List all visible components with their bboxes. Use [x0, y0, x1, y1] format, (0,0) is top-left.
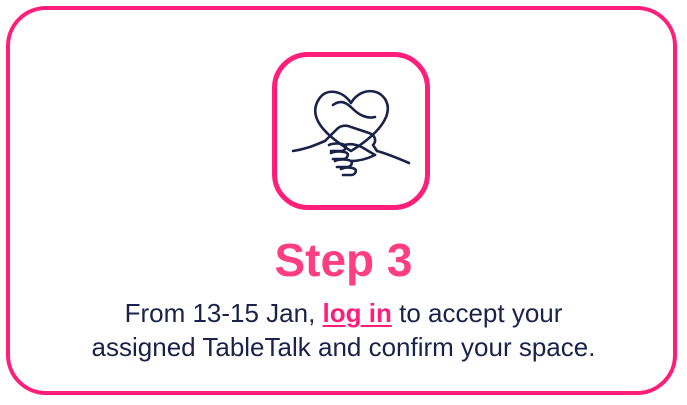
description-text-line2: assigned TableTalk and confirm your spac… — [91, 332, 596, 362]
step-title: Step 3 — [274, 234, 413, 286]
description-text-after-link: to accept your — [391, 298, 563, 328]
description-text-before-link: From 13-15 Jan, — [124, 298, 323, 328]
icon-tile — [272, 52, 430, 210]
log-in-link[interactable]: log in — [323, 298, 392, 328]
step-description: From 13-15 Jan, log in to accept your as… — [0, 296, 687, 364]
handshake-heart-icon — [291, 89, 411, 177]
